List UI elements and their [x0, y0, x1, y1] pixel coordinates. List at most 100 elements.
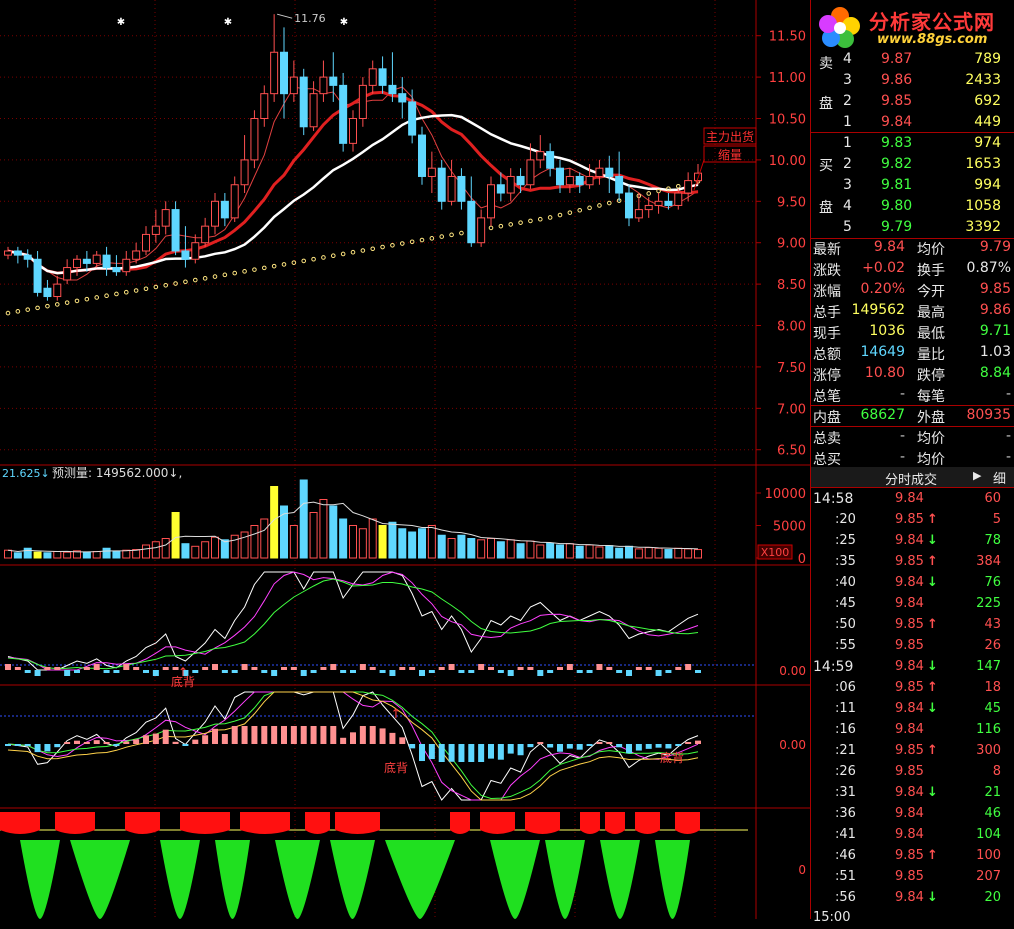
arrow-down-icon: ↓ [927, 659, 938, 674]
support-dot [646, 191, 652, 196]
support-dot [133, 288, 139, 293]
ind2-up-arrow: ↑ [391, 707, 402, 722]
tick-price: 9.85 [895, 743, 924, 758]
tick-volume: 26 [984, 638, 1001, 653]
ind2-bar [379, 728, 386, 744]
candle-body [437, 167, 446, 202]
sell-volume: 2433 [965, 72, 1001, 88]
support-dot [419, 237, 425, 243]
ind1-bar [350, 670, 356, 673]
ind2-bar [300, 726, 307, 744]
ind2-bar [202, 735, 209, 744]
panel-divider [811, 132, 1014, 133]
tick-row: :51 9.85 207 [811, 867, 1014, 888]
buy-price: 9.83 [881, 135, 913, 151]
shrink-label: 缩量 [718, 147, 742, 162]
ind1-bar [192, 670, 199, 673]
ind3-red-area [605, 812, 625, 830]
support-dot [390, 242, 395, 248]
tick-row: :11 9.84 ↓ 45 [811, 699, 1014, 720]
candle-body [358, 84, 367, 120]
ind1-bar [74, 670, 80, 673]
support-dot [597, 203, 602, 208]
ind2-bar [34, 744, 41, 753]
ind1-zero-label: 0.00 [779, 664, 806, 678]
ticks-header-detail[interactable]: 细 [993, 468, 1006, 487]
support-dot [370, 246, 376, 252]
ind3-red-area [335, 812, 380, 830]
volume-bar [191, 545, 200, 559]
stat-value: 9.79 [979, 239, 1011, 255]
ind3-red-area [125, 812, 160, 830]
ind3-green-area [70, 840, 130, 919]
ind3-red-area [675, 812, 700, 830]
candle-body [467, 200, 476, 244]
candle-body [427, 167, 436, 177]
ind1-bar [310, 670, 317, 673]
ind2-bar [182, 744, 189, 746]
tick-row: :50 9.85 ↑ 43 [811, 615, 1014, 636]
candle-body [63, 267, 72, 281]
tick-row: :36 9.84 46 [811, 804, 1014, 825]
ind3-red-area [55, 812, 95, 830]
stat-value: 0.87% [966, 260, 1011, 276]
ind2-bar [54, 744, 61, 748]
ind1-bar [557, 667, 563, 670]
volume-bar [674, 547, 683, 559]
sell-label-1: 卖 [819, 56, 833, 72]
ind2-bar [340, 737, 347, 744]
ind1-bar [162, 667, 169, 670]
candle-body [329, 76, 338, 86]
stat-label: 均价 [917, 242, 945, 258]
ind1-bar [93, 664, 100, 670]
ind1-bar [251, 667, 258, 670]
volume-bar [329, 505, 338, 559]
ind3-red-area [580, 830, 600, 834]
quote-panel: 分析家公式网 www.88gs.com 4 9.87 789 3 9.86 2433 2 9.… [810, 0, 1014, 925]
candle-body [634, 209, 643, 219]
ind2-bar [221, 734, 228, 744]
ind2-bar [566, 744, 573, 749]
ind1-bar [675, 667, 682, 670]
support-dot [15, 309, 21, 314]
candle-body [556, 167, 564, 186]
ind2-bar [685, 742, 692, 744]
arrow-down-icon: ↓ [927, 701, 938, 716]
stat-label: 涨幅 [813, 284, 841, 300]
support-dot [54, 302, 60, 307]
stat-label: 换手 [917, 263, 945, 279]
volume-bar [625, 545, 633, 559]
ind1-bar [448, 664, 455, 670]
chart-area[interactable]: 11.50 11.00 10.50 10.00 9.50 9.00 8.50 8.00 7.50… [0, 0, 810, 919]
price-tick-label: 7.50 [777, 361, 806, 376]
support-dot [45, 303, 50, 309]
stat-label: 内盘 [813, 410, 841, 426]
stat-row: 内盘 68627 外盘 80935 [811, 406, 1014, 427]
support-dot [340, 251, 346, 257]
tick-volume: 43 [984, 617, 1001, 632]
ind2-bar [350, 732, 356, 744]
tick-volume: 18 [984, 680, 1001, 695]
tick-row: :56 9.84 ↓ 20 [811, 888, 1014, 909]
ind3-red-area [580, 812, 600, 830]
tick-row: :40 9.84 ↓ 76 [811, 573, 1014, 594]
ind2-bar [251, 726, 258, 744]
sell-level: 1 [843, 114, 852, 130]
volume-bar [82, 551, 91, 559]
ticks-header-arrow-icon[interactable]: ▶ [973, 469, 981, 482]
logo-url: www.88gs.com [877, 32, 988, 47]
tick-row: 14:58 9.84 60 [811, 489, 1014, 510]
ind1-bar [635, 667, 642, 670]
tick-volume: 100 [976, 848, 1001, 863]
support-dot [557, 212, 563, 218]
ind1-bar [103, 670, 110, 673]
support-dot [547, 215, 553, 220]
volume-bar [220, 539, 229, 559]
candle-body [496, 184, 505, 194]
ind3-red-area [0, 830, 40, 834]
volume-bar [181, 543, 190, 559]
ind1-bar [241, 664, 248, 670]
ind1-bar [24, 670, 31, 673]
stat-label: 最低 [917, 326, 945, 342]
candle-body [506, 175, 515, 194]
